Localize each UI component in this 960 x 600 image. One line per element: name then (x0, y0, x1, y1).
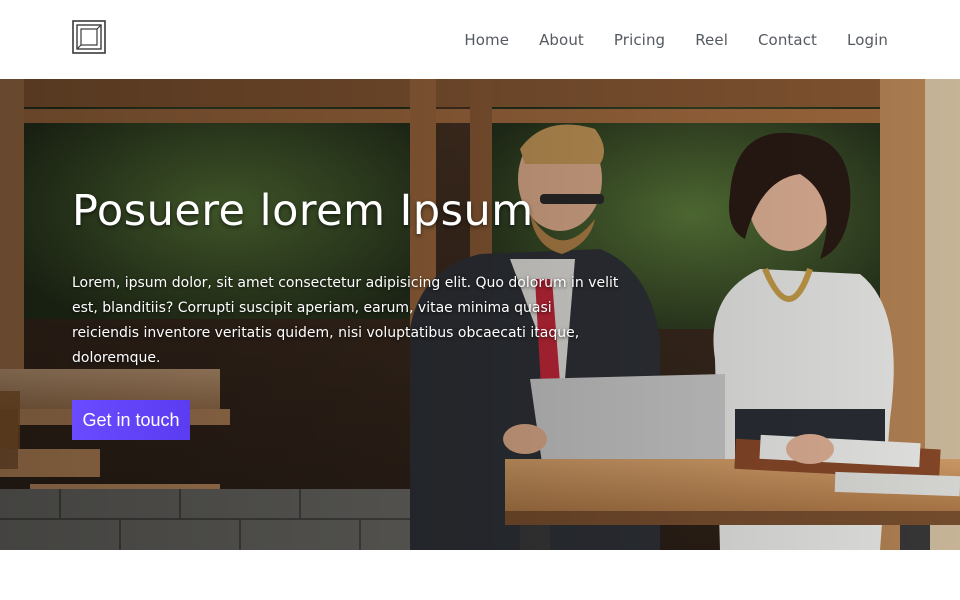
nav-link-contact[interactable]: Contact (758, 31, 817, 49)
nav-link-reel[interactable]: Reel (695, 31, 728, 49)
square-frame-logo-icon[interactable] (72, 20, 106, 54)
hero-section: Posuere lorem Ipsum Lorem, ipsum dolor, … (0, 79, 960, 550)
navbar: Home About Pricing Reel Contact Login (0, 0, 960, 79)
nav-link-login[interactable]: Login (847, 31, 888, 49)
nav-link-home[interactable]: Home (464, 31, 509, 49)
nav-link-pricing[interactable]: Pricing (614, 31, 665, 49)
hero-description: Lorem, ipsum dolor, sit amet consectetur… (72, 275, 619, 366)
get-in-touch-button[interactable]: Get in touch (72, 400, 190, 440)
next-section (0, 550, 960, 600)
main-nav: Home About Pricing Reel Contact Login (464, 0, 888, 79)
hero-title: Posuere lorem Ipsum (72, 186, 534, 236)
nav-link-about[interactable]: About (539, 31, 584, 49)
